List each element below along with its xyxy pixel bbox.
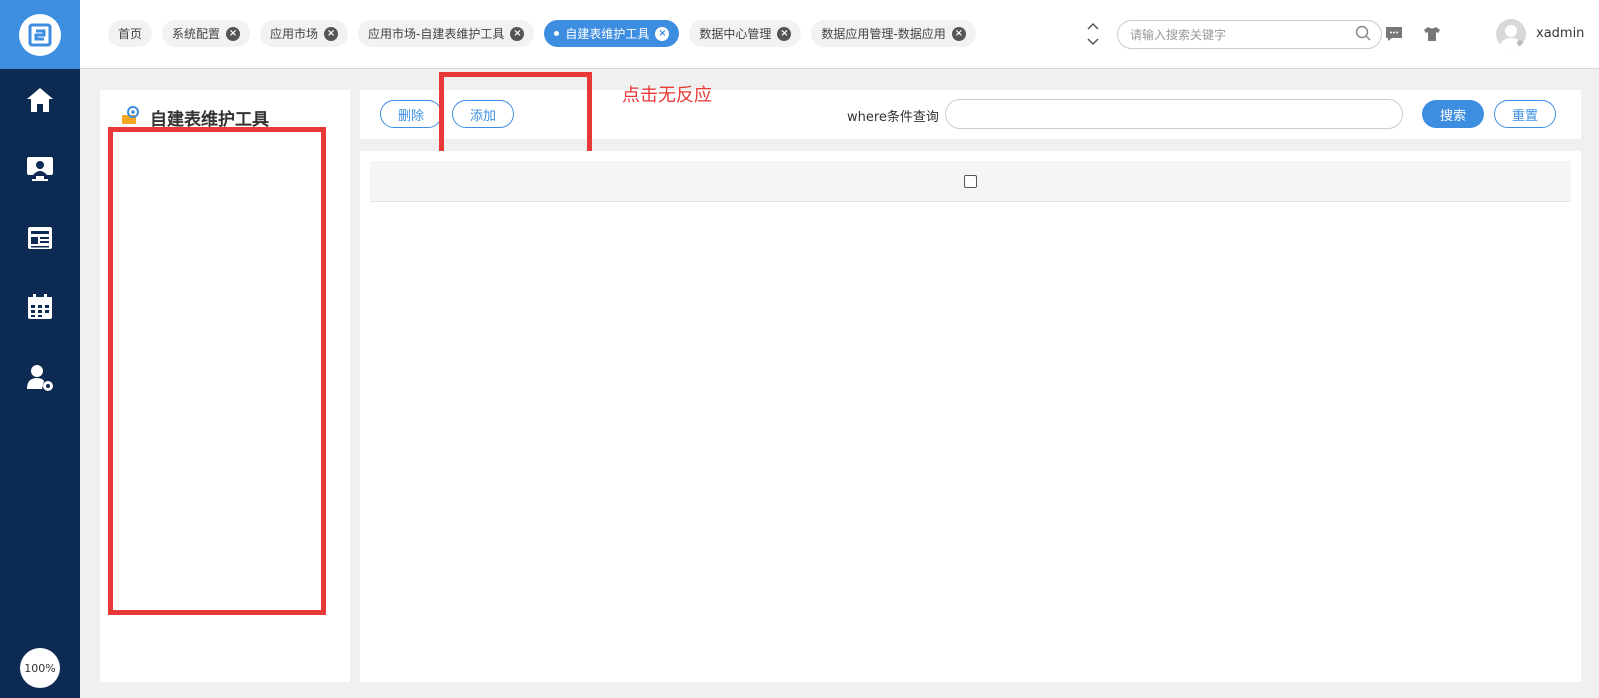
- delete-button[interactable]: 删除: [380, 100, 442, 128]
- table-panel: [360, 151, 1581, 682]
- tab-system-config[interactable]: 系统配置 ×: [162, 20, 251, 47]
- tab-label: 应用市场: [270, 27, 319, 41]
- close-icon[interactable]: ×: [324, 26, 339, 41]
- tab-label: 数据中心管理: [699, 27, 772, 41]
- close-icon[interactable]: ×: [951, 26, 966, 41]
- tab-data-center[interactable]: 数据中心管理 ×: [689, 20, 802, 47]
- search-input[interactable]: [1130, 27, 1355, 42]
- close-icon[interactable]: ×: [655, 26, 670, 41]
- home-icon[interactable]: [24, 84, 56, 116]
- tab-label: 系统配置: [172, 27, 221, 41]
- close-icon[interactable]: ×: [226, 26, 241, 41]
- tab-table-tool[interactable]: 自建表维护工具 ×: [544, 20, 680, 47]
- annotation-text: 点击无反应: [622, 85, 712, 106]
- tab-app-market-table-tool[interactable]: 应用市场-自建表维护工具 ×: [358, 20, 535, 47]
- message-icon[interactable]: [1384, 24, 1404, 44]
- top-bar: 首页 系统配置 × 应用市场 × 应用市场-自建表维护工具 × 自建表维护工具 …: [80, 0, 1599, 69]
- reset-button[interactable]: 重置: [1494, 100, 1556, 128]
- table-header: [370, 161, 1571, 202]
- username[interactable]: xadmin: [1536, 26, 1584, 41]
- highlight-box-empty-tree: [108, 127, 326, 615]
- select-all-checkbox[interactable]: [964, 174, 977, 188]
- tab-data-apps[interactable]: 数据应用管理-数据应用 ×: [811, 20, 976, 47]
- search-icon[interactable]: [1355, 25, 1371, 45]
- active-dot-icon: [554, 31, 560, 36]
- tab-label: 数据应用管理-数据应用: [821, 27, 946, 41]
- where-label: where条件查询: [847, 110, 939, 125]
- sidebar: 100%: [0, 0, 80, 698]
- highlight-box-add-button: [439, 72, 592, 162]
- newspaper-icon[interactable]: [24, 222, 56, 254]
- tab-scroll-updown-icon[interactable]: [1083, 20, 1103, 48]
- theme-shirt-icon[interactable]: [1422, 24, 1442, 44]
- tab-label: 自建表维护工具: [565, 27, 650, 41]
- app-logo[interactable]: [0, 0, 80, 69]
- tab-strip: 首页 系统配置 × 应用市场 × 应用市场-自建表维护工具 × 自建表维护工具 …: [108, 20, 976, 47]
- search-button[interactable]: 搜索: [1422, 100, 1484, 128]
- tab-label: 首页: [118, 27, 143, 41]
- global-search-box: [1117, 20, 1382, 49]
- where-condition-input[interactable]: [945, 99, 1403, 129]
- calendar-icon[interactable]: [24, 291, 56, 323]
- avatar[interactable]: [1496, 19, 1526, 49]
- monitor-user-icon[interactable]: [24, 153, 56, 185]
- close-icon[interactable]: ×: [777, 26, 792, 41]
- tab-label: 应用市场-自建表维护工具: [368, 27, 505, 41]
- logo-icon: [19, 13, 61, 56]
- user-gear-icon[interactable]: [24, 362, 56, 394]
- close-icon[interactable]: ×: [510, 26, 525, 41]
- tab-app-market[interactable]: 应用市场 ×: [260, 20, 349, 47]
- tab-home[interactable]: 首页: [108, 20, 153, 47]
- zoom-level-badge[interactable]: 100%: [20, 648, 60, 688]
